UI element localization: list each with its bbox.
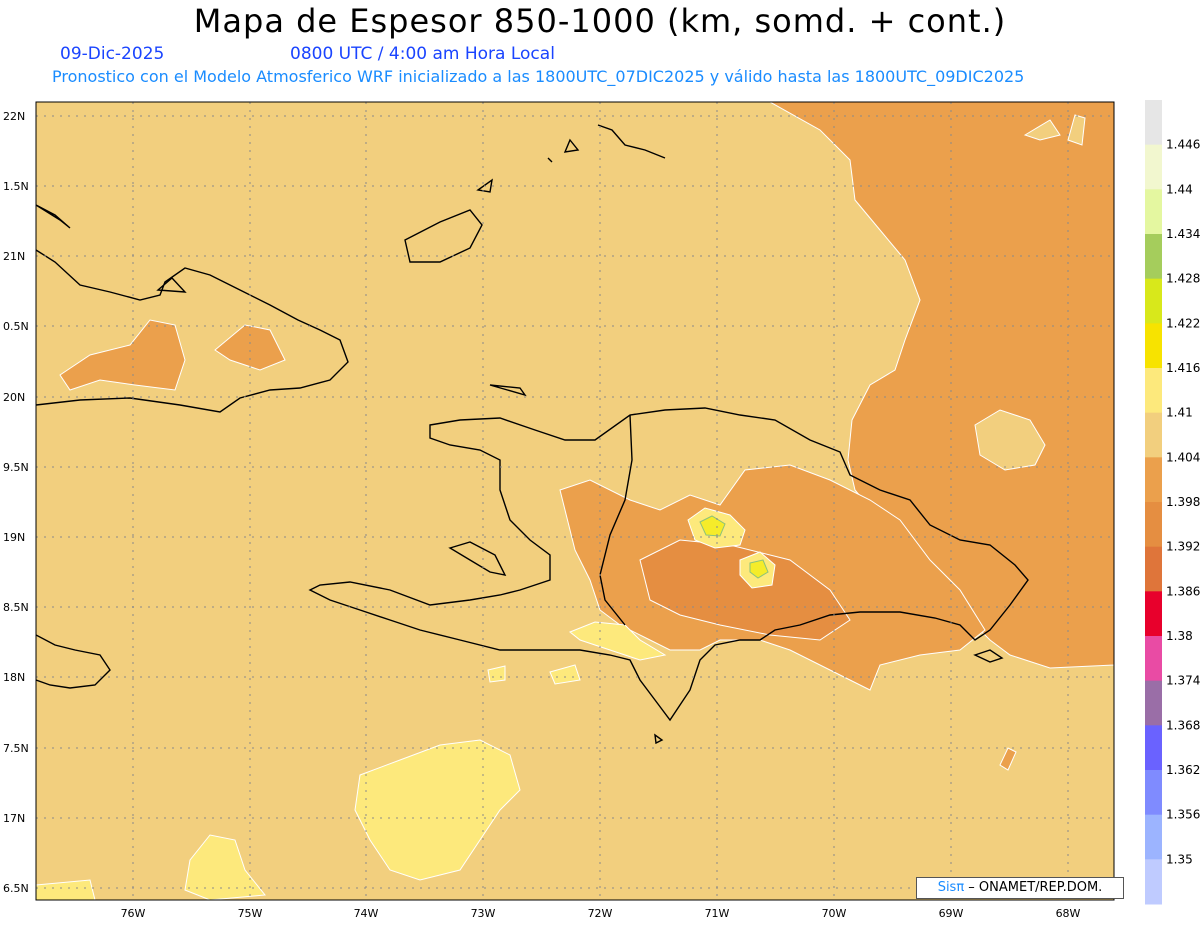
lon-label: 71W (705, 907, 730, 920)
colorbar-label: 1.362 (1166, 763, 1200, 777)
lon-label: 72W (588, 907, 613, 920)
colorbar-label: 1.35 (1166, 852, 1193, 866)
colorbar-label: 1.428 (1166, 272, 1200, 286)
colorbar-label: 1.398 (1166, 495, 1200, 509)
lat-label: 19N (3, 531, 25, 544)
colorbar-label: 1.356 (1166, 808, 1200, 822)
lon-label: 70W (822, 907, 847, 920)
forecast-subtitle: Pronostico con el Modelo Atmosferico WRF… (52, 67, 1025, 86)
credit-box: Sisπ – ONAMET/REP.DOM. (916, 877, 1124, 899)
lat-label: 17N (3, 812, 25, 825)
colorbar-label: 1.41 (1166, 406, 1193, 420)
colorbar-label: 1.446 (1166, 138, 1200, 152)
colorbar-label: 1.386 (1166, 584, 1200, 598)
lat-label: 9.5N (3, 461, 29, 474)
lon-label: 74W (354, 907, 379, 920)
colorbar-swatch (1145, 770, 1162, 816)
lat-label: 18N (3, 671, 25, 684)
colorbar-label: 1.404 (1166, 450, 1200, 464)
colorbar-swatch (1145, 412, 1162, 458)
colorbar-swatch (1145, 278, 1162, 324)
thickness-map: 22N 1.5N 21N 0.5N 20N 9.5N 19N 8.5N 18N … (3, 100, 1200, 920)
colorbar-swatch (1145, 457, 1162, 503)
forecast-date: 09-Dic-2025 (60, 44, 165, 64)
colorbar-label: 1.38 (1166, 629, 1193, 643)
colorbar-swatch (1145, 502, 1162, 548)
colorbar-label: 1.44 (1166, 182, 1193, 196)
lat-label: 7.5N (3, 742, 29, 755)
lat-label: 22N (3, 110, 25, 123)
lon-label: 75W (238, 907, 263, 920)
colorbar: 1.446 1.44 1.434 1.428 1.422 1.416 1.41 1.404 1.… (1145, 100, 1200, 905)
lon-label: 68W (1056, 907, 1081, 920)
forecast-time: 0800 UTC / 4:00 am Hora Local (290, 44, 555, 64)
lat-label: 21N (3, 250, 25, 263)
lat-label: 8.5N (3, 601, 29, 614)
colorbar-swatch (1145, 859, 1162, 905)
colorbar-swatch (1145, 368, 1162, 414)
lon-label: 73W (471, 907, 496, 920)
colorbar-swatch (1145, 546, 1162, 592)
colorbar-swatch (1145, 144, 1162, 190)
colorbar-label: 1.434 (1166, 227, 1200, 241)
colorbar-label: 1.368 (1166, 718, 1200, 732)
colorbar-swatch (1145, 680, 1162, 726)
lat-label: 0.5N (3, 320, 29, 333)
colorbar-label: 1.422 (1166, 316, 1200, 330)
colorbar-swatch (1145, 636, 1162, 682)
colorbar-swatch (1145, 725, 1162, 771)
colorbar-swatch (1145, 100, 1162, 146)
colorbar-label: 1.374 (1166, 674, 1200, 688)
lon-labels: 76W 75W 74W 73W 72W 71W 70W 69W 68W (121, 907, 1081, 920)
lat-label: 6.5N (3, 882, 29, 895)
colorbar-label: 1.392 (1166, 540, 1200, 554)
colorbar-swatch (1145, 189, 1162, 235)
map-title: Mapa de Espesor 850-1000 (km, somd. + co… (193, 2, 1007, 40)
colorbar-swatch (1145, 234, 1162, 280)
lat-label: 1.5N (3, 180, 29, 193)
lon-label: 76W (121, 907, 146, 920)
lat-label: 20N (3, 391, 25, 404)
credit-text: – ONAMET/REP.DOM. (964, 880, 1103, 895)
colorbar-swatch (1145, 591, 1162, 637)
colorbar-swatch (1145, 814, 1162, 860)
lon-label: 69W (939, 907, 964, 920)
colorbar-label: 1.416 (1166, 361, 1200, 375)
colorbar-swatch (1145, 323, 1162, 369)
credit-sis: Sisπ (937, 880, 965, 895)
lat-labels: 22N 1.5N 21N 0.5N 20N 9.5N 19N 8.5N 18N … (3, 110, 29, 895)
